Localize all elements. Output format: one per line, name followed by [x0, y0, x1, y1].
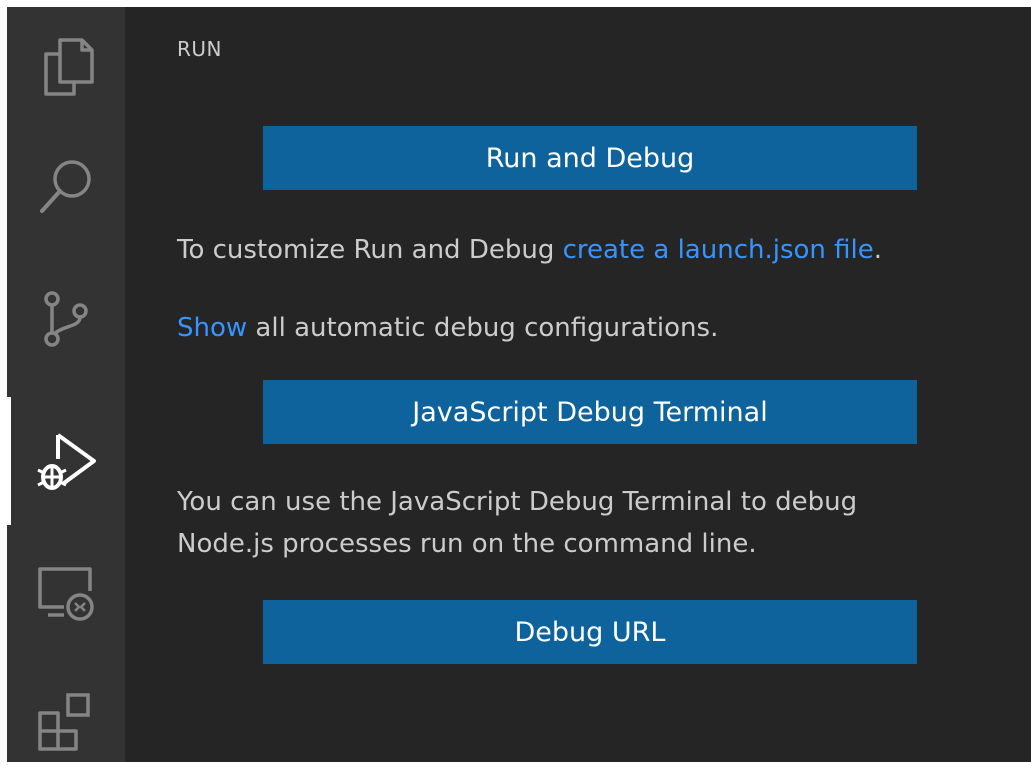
extensions-icon — [38, 693, 90, 751]
javascript-debug-terminal-button[interactable]: JavaScript Debug Terminal — [263, 380, 917, 444]
files-icon — [44, 38, 94, 96]
activity-bar — [7, 7, 125, 762]
debug-url-button[interactable]: Debug URL — [263, 600, 917, 664]
window: RUN Run and Debug To customize Run and D… — [0, 0, 1031, 762]
js-terminal-desc-line2: Node.js processes run on the command lin… — [177, 529, 757, 559]
activity-item-explorer[interactable] — [7, 7, 125, 125]
run-debug-icon — [37, 433, 96, 490]
show-configs-message: Show all automatic debug configurations. — [177, 309, 718, 347]
panel-title: RUN — [177, 37, 222, 61]
customize-suffix: . — [873, 235, 883, 265]
activity-item-source-control[interactable] — [7, 260, 125, 378]
activity-item-search[interactable] — [7, 127, 125, 245]
show-configs-suffix: all automatic debug configurations. — [247, 313, 719, 343]
source-control-icon — [44, 291, 88, 347]
js-terminal-desc-line1: You can use the JavaScript Debug Termina… — [177, 487, 858, 517]
show-configs-link[interactable]: Show — [177, 313, 247, 343]
remote-explorer-icon — [38, 567, 94, 621]
run-debug-view: RUN Run and Debug To customize Run and D… — [125, 7, 1031, 762]
activity-item-remote-explorer[interactable] — [7, 534, 125, 652]
search-icon — [40, 160, 91, 213]
run-and-debug-button[interactable]: Run and Debug — [263, 126, 917, 190]
activity-item-extensions[interactable] — [7, 662, 125, 780]
customize-message: To customize Run and Debug create a laun… — [177, 231, 882, 269]
customize-prefix: To customize Run and Debug — [177, 235, 563, 265]
activity-item-run-debug[interactable] — [7, 402, 125, 520]
create-launch-json-link[interactable]: create a launch.json file — [563, 235, 874, 265]
